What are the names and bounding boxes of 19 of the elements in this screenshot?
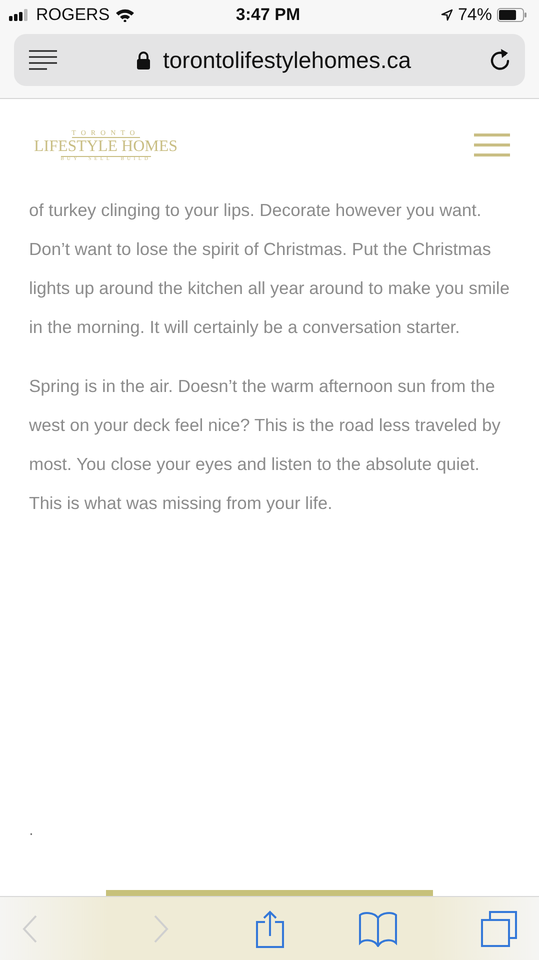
carrier-name: ROGERS	[36, 5, 110, 25]
battery-percent: 74%	[458, 5, 492, 25]
trailing-dot: .	[29, 822, 34, 840]
reload-icon[interactable]	[488, 48, 511, 72]
menu-icon[interactable]	[474, 133, 510, 157]
article-paragraph: Spring is in the air. Doesn’t the warm afternoon sun from the west on your deck feel nice? This is the road less traveled by most. You close your eyes and listen to the absolute quiet. This is what was missing from your life.	[29, 375, 502, 515]
logo-main-text: LIFESTYLE HOMES	[34, 138, 178, 156]
battery-icon	[497, 8, 527, 22]
share-icon[interactable]	[254, 910, 284, 948]
location-arrow-icon	[440, 9, 453, 21]
book-icon[interactable]	[359, 910, 398, 946]
url-text: torontolifestylehomes.ca	[162, 46, 411, 74]
clock-time: 3:47 PM	[236, 5, 300, 25]
tabs-icon[interactable]	[481, 910, 517, 946]
reader-view-icon[interactable]	[28, 50, 58, 70]
article-paragraph: of turkey clinging to your lips. Decorate however you want. Don’t want to lose the spirit of Christmas. Put the Christmas lights up around the kitchen all year around to make you smile in the morning. It will certainly be a conversation starter.	[29, 199, 511, 339]
wifi-icon	[114, 8, 135, 22]
lock-icon	[136, 50, 151, 70]
address-bar[interactable]: torontolifestylehomes.ca	[14, 34, 525, 86]
